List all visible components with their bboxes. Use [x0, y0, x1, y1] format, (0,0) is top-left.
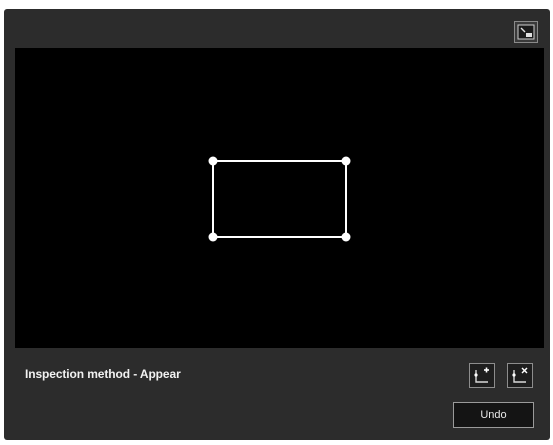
remove-vertex-button[interactable] [507, 363, 533, 388]
region-vertex-handle[interactable] [341, 232, 351, 242]
region-vertex-handle[interactable] [341, 156, 351, 166]
camera-preview-area[interactable] [15, 48, 544, 348]
view-toggle-button[interactable] [514, 21, 538, 43]
add-vertex-button[interactable] [469, 363, 495, 388]
inspection-method-label: Inspection method - Appear [25, 367, 181, 381]
add-vertex-icon [474, 367, 489, 383]
region-vertex-handle[interactable] [208, 156, 218, 166]
region-vertex-handle[interactable] [208, 232, 218, 242]
undo-button[interactable]: Undo [453, 402, 534, 428]
remove-vertex-icon [512, 367, 528, 383]
detection-region-overlay [208, 156, 351, 242]
display-toggle-icon [517, 24, 535, 40]
detection-region-rectangle[interactable] [212, 160, 347, 238]
